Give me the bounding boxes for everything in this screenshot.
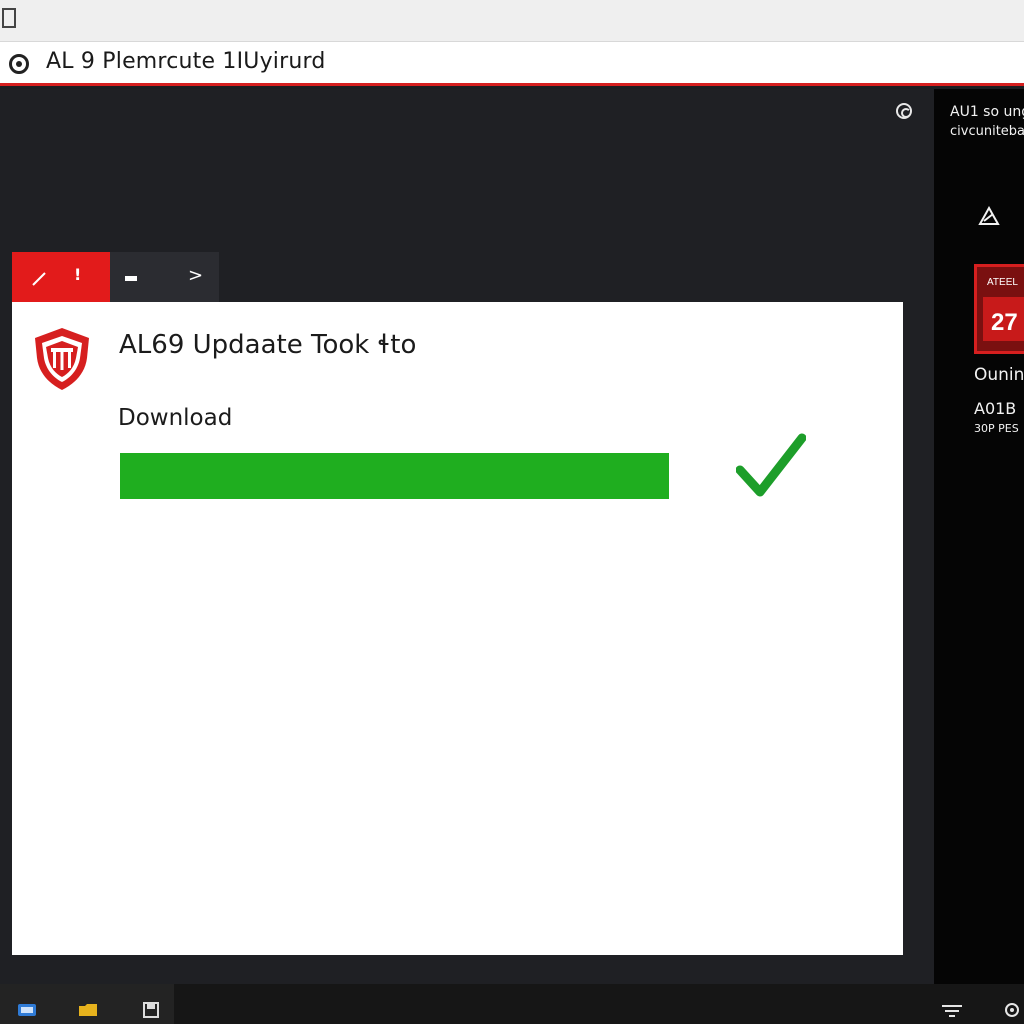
panel-line3: 30P PES xyxy=(974,422,1019,435)
save-icon xyxy=(143,1002,159,1018)
taskbar-button-2[interactable] xyxy=(58,984,116,1024)
shield-logo-icon xyxy=(35,328,89,390)
checkmark-icon xyxy=(736,433,806,497)
panel-line1: Ouning xyxy=(974,365,1024,385)
panel-header-line1: AU1 so ung xyxy=(950,104,1024,120)
tab-next[interactable]: > xyxy=(110,252,219,302)
taskbar xyxy=(0,984,1024,1024)
network-icon[interactable] xyxy=(940,1000,964,1020)
window-title: AL 9 Plemrcute 1IUyirurd xyxy=(46,49,326,74)
settings-icon[interactable] xyxy=(1002,1000,1022,1020)
app-icon xyxy=(18,1004,36,1016)
window-top-strip xyxy=(0,0,1024,42)
status-card-value: 27 xyxy=(991,309,1018,336)
status-card[interactable]: ATEEL 27 xyxy=(974,264,1024,354)
target-icon xyxy=(9,54,29,74)
status-card-label: ATEEL xyxy=(987,277,1018,288)
taskbar-button-1[interactable] xyxy=(0,984,58,1024)
pen-icon xyxy=(32,272,46,286)
warning-icon[interactable] xyxy=(978,206,1000,226)
tab-edit[interactable]: ! xyxy=(12,252,110,302)
tab-next-label: > xyxy=(188,265,204,286)
panel-line2: A01B xyxy=(974,399,1017,418)
panel-header-line2: civcuniteba xyxy=(950,124,1024,139)
update-dialog: AL69 Updaate Took ɬto Download xyxy=(12,302,903,955)
loading-icon[interactable] xyxy=(896,103,912,119)
download-progress-bar xyxy=(120,453,669,499)
folder-icon xyxy=(79,1004,97,1016)
progress-fill xyxy=(120,453,669,499)
download-label: Download xyxy=(118,405,233,431)
minus-icon xyxy=(125,276,137,281)
window-icon xyxy=(2,8,16,28)
title-bar: AL 9 Plemrcute 1IUyirurd xyxy=(0,42,1024,86)
tab-edit-label: ! xyxy=(74,265,82,284)
taskbar-button-3[interactable] xyxy=(116,984,174,1024)
dialog-title: AL69 Updaate Took ɬto xyxy=(119,330,417,360)
